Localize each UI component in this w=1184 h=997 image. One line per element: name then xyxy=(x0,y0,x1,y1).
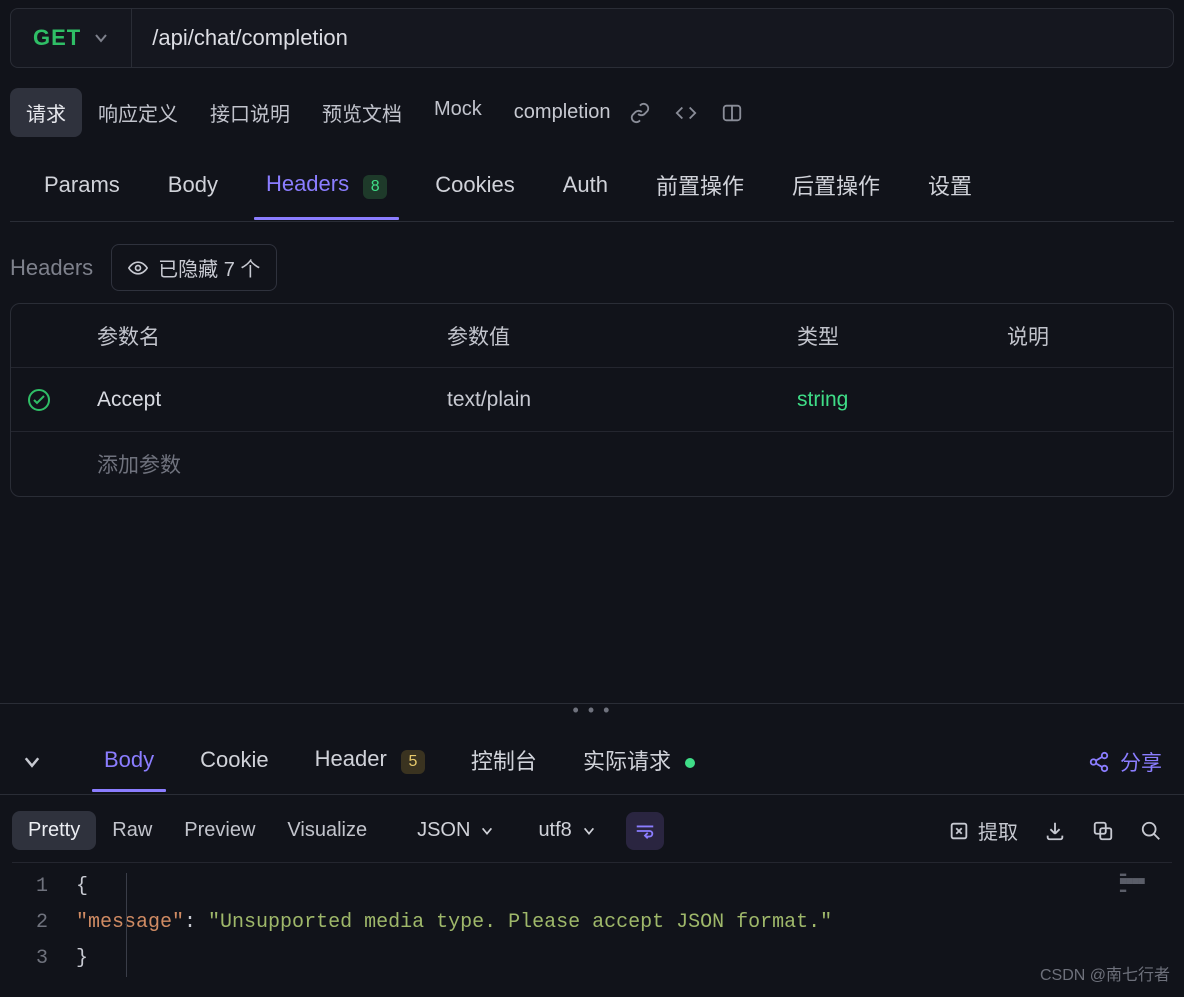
add-param-row[interactable]: 添加参数 xyxy=(11,432,1173,496)
header-value[interactable]: text/plain xyxy=(447,388,797,412)
tab-post-request[interactable]: 后置操作 xyxy=(792,153,880,221)
header-name[interactable]: Accept xyxy=(97,388,447,412)
col-name: 参数名 xyxy=(97,321,447,351)
http-method-label: GET xyxy=(33,25,81,51)
code-icon[interactable] xyxy=(669,96,703,130)
subtab-mock[interactable]: Mock xyxy=(418,88,498,137)
download-icon[interactable] xyxy=(1044,816,1066,845)
col-type: 类型 xyxy=(797,321,1007,351)
tab-body[interactable]: Body xyxy=(168,156,218,218)
headers-section-title: Headers xyxy=(10,255,93,281)
tab-headers[interactable]: Headers 8 xyxy=(266,155,387,219)
hidden-headers-toggle[interactable]: 已隐藏 7 个 xyxy=(111,244,277,291)
subtab-request[interactable]: 请求 xyxy=(10,88,82,137)
resp-tab-header-label: Header xyxy=(315,746,387,771)
tab-headers-label: Headers xyxy=(266,171,349,196)
subtab-response-def[interactable]: 响应定义 xyxy=(82,88,194,137)
minimap: ▂▅▅▅▅▂ xyxy=(1120,869,1150,893)
split-panel-icon[interactable] xyxy=(715,96,749,130)
breadcrumb: completion xyxy=(514,101,611,124)
tab-auth[interactable]: Auth xyxy=(563,156,608,218)
wrap-toggle-icon[interactable] xyxy=(626,812,664,850)
add-param-placeholder: 添加参数 xyxy=(97,449,447,479)
resp-header-count-badge: 5 xyxy=(401,750,425,774)
resp-tab-cookie[interactable]: Cookie xyxy=(200,733,268,791)
response-tools: 提取 xyxy=(948,816,1162,845)
hidden-headers-label: 已隐藏 7 个 xyxy=(158,253,260,282)
watermark: CSDN @南七行者 xyxy=(1040,961,1170,985)
tab-cookies[interactable]: Cookies xyxy=(435,156,514,218)
share-label: 分享 xyxy=(1120,747,1162,777)
format-select[interactable]: JSON xyxy=(407,813,504,848)
response-panel: • • • Body Cookie Header 5 控制台 实际请求 分享 P… xyxy=(0,703,1184,989)
panel-drag-handle[interactable]: • • • xyxy=(0,704,1184,716)
resp-tab-header[interactable]: Header 5 xyxy=(315,732,425,792)
request-tabs: Params Body Headers 8 Cookies Auth 前置操作 … xyxy=(10,147,1174,222)
tab-pre-request[interactable]: 前置操作 xyxy=(656,153,744,221)
resp-tab-body[interactable]: Body xyxy=(104,733,154,791)
col-value: 参数值 xyxy=(447,321,797,351)
tab-params[interactable]: Params xyxy=(44,156,120,218)
http-method-select[interactable]: GET xyxy=(11,9,132,67)
headers-count-badge: 8 xyxy=(363,175,387,199)
status-dot-icon xyxy=(685,758,695,768)
format-label: JSON xyxy=(417,819,470,842)
eye-icon xyxy=(128,258,148,278)
encoding-label: utf8 xyxy=(538,819,571,842)
view-mode-pretty[interactable]: Pretty xyxy=(12,811,96,850)
extract-button[interactable]: 提取 xyxy=(948,816,1018,845)
share-icon xyxy=(1088,751,1110,773)
tab-settings[interactable]: 设置 xyxy=(928,153,972,221)
chevron-down-icon xyxy=(582,824,596,838)
response-tabs: Body Cookie Header 5 控制台 实际请求 分享 xyxy=(0,716,1184,795)
view-mode-visualize[interactable]: Visualize xyxy=(271,811,383,850)
extract-label: 提取 xyxy=(978,816,1018,845)
view-mode-raw[interactable]: Raw xyxy=(96,811,168,850)
link-icon[interactable] xyxy=(623,96,657,130)
response-toolbar: Pretty Raw Preview Visualize JSON utf8 提… xyxy=(0,795,1184,862)
copy-icon[interactable] xyxy=(1092,816,1114,845)
resp-tab-actual-label: 实际请求 xyxy=(583,749,671,774)
chevron-down-icon xyxy=(480,824,494,838)
url-input[interactable] xyxy=(132,9,1173,67)
subtab-preview-doc[interactable]: 预览文档 xyxy=(306,88,418,137)
table-header-row: 参数名 参数值 类型 说明 xyxy=(11,304,1173,368)
subtab-group: 请求 响应定义 接口说明 预览文档 Mock xyxy=(10,88,498,137)
collapse-icon[interactable] xyxy=(22,752,42,772)
row-enabled-check-icon[interactable] xyxy=(27,388,97,412)
view-mode-preview[interactable]: Preview xyxy=(168,811,271,850)
share-button[interactable]: 分享 xyxy=(1088,747,1162,777)
response-body-code[interactable]: ▂▅▅▅▅▂ 1{2 "message": "Unsupported media… xyxy=(12,862,1172,989)
headers-section-bar: Headers 已隐藏 7 个 xyxy=(0,222,1184,303)
col-desc: 说明 xyxy=(1007,321,1157,351)
resp-tab-console[interactable]: 控制台 xyxy=(471,730,537,794)
subtab-desc[interactable]: 接口说明 xyxy=(194,88,306,137)
search-icon[interactable] xyxy=(1140,816,1162,845)
request-line: GET xyxy=(10,8,1174,68)
headers-table: 参数名 参数值 类型 说明 Accept text/plain string 添… xyxy=(10,303,1174,497)
header-type[interactable]: string xyxy=(797,388,1007,412)
chevron-down-icon xyxy=(93,30,109,46)
encoding-select[interactable]: utf8 xyxy=(528,813,605,848)
indent-guide xyxy=(126,873,127,977)
table-row[interactable]: Accept text/plain string xyxy=(11,368,1173,432)
resp-tab-actual[interactable]: 实际请求 xyxy=(583,730,695,794)
subtab-bar: 请求 响应定义 接口说明 预览文档 Mock completion xyxy=(0,88,1184,147)
view-mode-group: Pretty Raw Preview Visualize xyxy=(12,811,383,850)
